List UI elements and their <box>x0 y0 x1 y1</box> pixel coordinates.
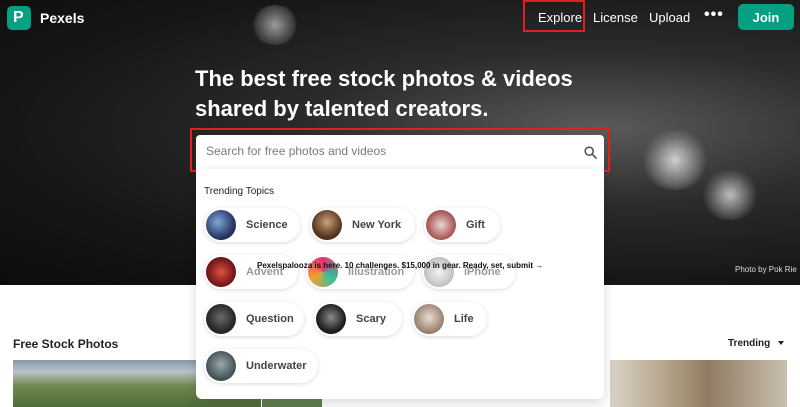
nav-upload[interactable]: Upload <box>649 10 690 25</box>
pexels-logo-icon[interactable]: P <box>7 6 31 30</box>
topic-label: Question <box>246 313 294 325</box>
join-button[interactable]: Join <box>738 4 794 30</box>
headline-line-2: shared by talented creators. <box>195 96 489 121</box>
search-bar <box>196 135 604 169</box>
topic-label: Life <box>454 313 474 325</box>
topic-thumbnail <box>312 210 342 240</box>
nav-explore[interactable]: Explore <box>538 10 582 25</box>
topic-chip-life[interactable]: Life <box>412 302 487 336</box>
top-navbar: P Pexels Explore License Upload ••• Join <box>0 0 800 36</box>
sort-label: Trending <box>728 338 771 349</box>
headline-line-1: The best free stock photos & videos <box>195 66 573 91</box>
topic-label: Scary <box>356 313 386 325</box>
topic-thumbnail <box>206 304 236 334</box>
hero-headline: The best free stock photos & videos shar… <box>195 64 615 124</box>
chevron-down-icon <box>778 341 785 346</box>
brand-name[interactable]: Pexels <box>40 10 84 26</box>
trending-topics-title: Trending Topics <box>204 186 275 197</box>
topic-thumbnail <box>206 351 236 381</box>
search-icon[interactable] <box>584 146 597 159</box>
topic-thumbnail <box>426 210 456 240</box>
promo-banner-link[interactable]: Pexelspalooza is here. 10 challenges. $1… <box>257 261 543 270</box>
topic-chip-new-york[interactable]: New York <box>310 208 415 242</box>
topic-chip-question[interactable]: Question <box>204 302 304 336</box>
section-title: Free Stock Photos <box>13 337 119 351</box>
photo-thumbnail[interactable] <box>610 360 787 407</box>
topic-chip-underwater[interactable]: Underwater <box>204 349 318 383</box>
more-menu-icon[interactable]: ••• <box>704 6 724 24</box>
topic-label: Science <box>246 219 288 231</box>
topic-label: New York <box>352 219 402 231</box>
topic-chip-scary[interactable]: Scary <box>314 302 402 336</box>
sort-dropdown[interactable]: Trending <box>728 338 785 349</box>
topic-thumbnail <box>206 257 236 287</box>
topic-label: Underwater <box>246 360 307 372</box>
topic-thumbnail <box>206 210 236 240</box>
hero-flower-decoration <box>700 170 760 220</box>
topic-label: Gift <box>466 219 485 231</box>
nav-license[interactable]: License <box>593 10 638 25</box>
hero-flower-decoration <box>640 130 710 190</box>
search-input[interactable] <box>206 144 566 158</box>
topic-thumbnail <box>414 304 444 334</box>
photo-credit[interactable]: Photo by Pok Rie <box>735 265 797 274</box>
topic-chip-gift[interactable]: Gift <box>424 208 500 242</box>
topic-thumbnail <box>316 304 346 334</box>
topic-chip-science[interactable]: Science <box>204 208 300 242</box>
